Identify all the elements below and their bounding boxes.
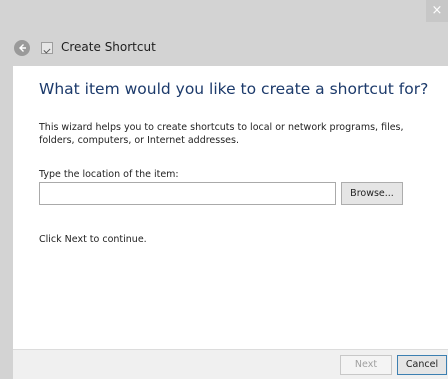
location-label: Type the location of the item: <box>39 169 179 180</box>
wizard-header: Create Shortcut <box>8 30 448 66</box>
wizard-description: This wizard helps you to create shortcut… <box>39 122 404 146</box>
wizard-footer: Next Cancel <box>13 349 448 379</box>
back-arrow-icon <box>19 44 26 52</box>
cancel-button[interactable]: Cancel <box>397 355 447 375</box>
back-button[interactable] <box>14 40 30 56</box>
continue-instruction: Click Next to continue. <box>39 234 147 245</box>
close-icon: × <box>431 3 443 18</box>
next-button[interactable]: Next <box>340 355 392 375</box>
page-title: What item would you like to create a sho… <box>39 80 429 98</box>
browse-button[interactable]: Browse... <box>341 182 403 205</box>
title-bar: × <box>0 0 448 30</box>
wizard-title: Create Shortcut <box>61 40 156 54</box>
shortcut-icon <box>41 42 53 54</box>
close-button[interactable]: × <box>426 0 448 22</box>
location-input[interactable] <box>39 182 336 205</box>
create-shortcut-window: × Create Shortcut What item would you li… <box>0 0 448 379</box>
wizard-content: What item would you like to create a sho… <box>13 66 448 349</box>
